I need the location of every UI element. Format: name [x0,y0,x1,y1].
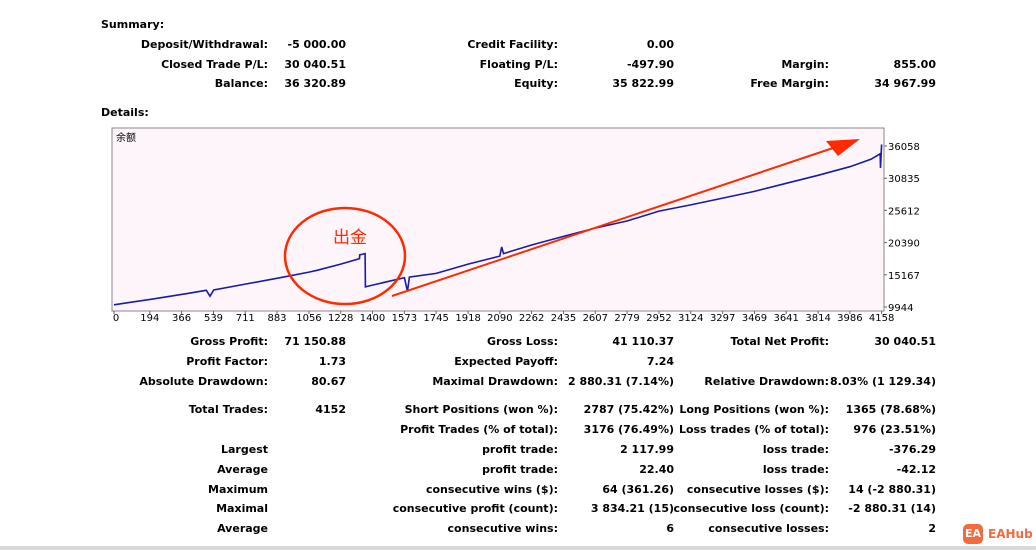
x-tick-label: 1918 [455,313,480,324]
maximal-label: Maximal [216,502,268,515]
loss-trades-value: 976 (23.51%) [853,423,936,436]
maximal-consecutive-loss-label: consecutive loss (count): [673,502,829,515]
max-consecutive-losses-value: 14 (-2 880.31) [848,483,936,496]
largest-profit-value: 2 117.99 [620,443,674,456]
maximal-consecutive-profit-label: consecutive profit (count): [392,502,558,515]
expected-payoff-value: 7.24 [646,355,674,368]
x-tick-label: 0 [113,313,119,324]
y-axis: 36058 30835 25612 20390 15167 9944 [884,142,920,314]
largest-loss-label: loss trade: [762,443,829,456]
x-tick-label: 3986 [837,313,862,324]
max-consecutive-losses-label: consecutive losses ($): [686,483,829,496]
x-tick-label: 366 [172,313,191,324]
x-tick-label: 2090 [487,313,512,324]
absolute-drawdown-value: 80.67 [311,375,346,388]
eahub-logo-icon: EA [963,524,983,544]
x-tick-label: 3297 [710,313,735,324]
eahub-watermark: EA EAHub [963,524,1033,544]
absolute-drawdown-label: Absolute Drawdown: [139,375,268,388]
profit-trades-label: Profit Trades (% of total): [400,423,558,436]
x-tick-label: 1056 [296,313,321,324]
x-tick-label: 194 [140,313,159,324]
x-tick-label: 2952 [646,313,671,324]
average-loss-label: loss trade: [762,463,829,476]
max-consecutive-wins-label: consecutive wins ($): [425,483,558,496]
total-trades-value: 4152 [315,403,346,416]
x-tick-label: 2607 [583,313,608,324]
x-tick-label: 3469 [742,313,767,324]
total-net-profit-value: 30 040.51 [874,335,936,348]
y-tick-label: 15167 [888,271,920,282]
long-positions-value: 1365 (78.68%) [845,403,936,416]
maximal-consecutive-profit-value: 3 834.21 (15) [590,502,674,515]
annotation-label: 出金 [333,228,367,248]
long-positions-label: Long Positions (won %): [679,403,829,416]
x-tick-label: 539 [204,313,223,324]
gross-profit-label: Gross Profit: [190,335,268,348]
x-tick-label: 1400 [360,313,385,324]
loss-trades-label: Loss trades (% of total): [678,423,829,436]
avg-consecutive-wins-value: 6 [666,522,674,535]
gross-loss-value: 41 110.37 [612,335,674,348]
bottom-scrollbar-strip [0,546,1036,550]
avg-consecutive-wins-label: consecutive wins: [447,522,558,535]
average-loss-value: -42.12 [896,463,936,476]
y-tick-label: 25612 [888,206,920,217]
maximum-label: Maximum [208,483,268,496]
chart-corner-label: 余额 [116,131,136,144]
x-tick-label: 1573 [392,313,417,324]
x-tick-label: 3814 [805,313,830,324]
avg-consecutive-losses-value: 2 [928,522,936,535]
maximal-drawdown-value: 2 880.31 (7.14%) [568,375,674,388]
largest-loss-value: -376.29 [888,443,936,456]
average-profit-value: 22.40 [639,463,674,476]
gross-loss-label: Gross Loss: [487,335,558,348]
eahub-watermark-text: EAHub [988,527,1033,541]
relative-drawdown-label: Relative Drawdown: [704,375,829,388]
y-tick-label: 36058 [888,142,920,153]
y-tick-label: 30835 [888,174,920,185]
x-tick-label: 2779 [614,313,639,324]
y-tick-label: 20390 [888,239,920,250]
x-tick-label: 1745 [423,313,448,324]
total-net-profit-label: Total Net Profit: [730,335,830,348]
profit-trades-value: 3176 (76.49%) [583,423,674,436]
average-label: Average [217,463,268,476]
x-tick-label: 4158 [869,313,894,324]
largest-profit-label: profit trade: [482,443,558,456]
gross-profit-value: 71 150.88 [284,335,346,348]
profit-factor-label: Profit Factor: [186,355,268,368]
relative-drawdown-value: 8.03% (1 129.34) [830,375,936,388]
x-axis: 0 194 366 539 711 883 1056 1228 1400 1573 1745 1918… [113,311,894,324]
chart-plot-area [111,127,885,312]
maximal-consecutive-loss-value: -2 880.31 (14) [848,502,936,515]
avg-consecutive-losses-label: consecutive losses: [708,522,829,535]
x-tick-label: 1228 [328,313,353,324]
short-positions-value: 2787 (75.42%) [583,403,674,416]
largest-label: Largest [221,443,268,456]
x-tick-label: 2435 [551,313,576,324]
profit-factor-value: 1.73 [318,355,346,368]
x-tick-label: 3641 [773,313,798,324]
x-tick-label: 3124 [678,313,703,324]
x-tick-label: 883 [267,313,286,324]
maximal-drawdown-label: Maximal Drawdown: [432,375,558,388]
y-tick-label: 9944 [888,303,913,314]
x-tick-label: 711 [236,313,255,324]
short-positions-label: Short Positions (won %): [404,403,558,416]
x-tick-label: 2262 [519,313,544,324]
expected-payoff-label: Expected Payoff: [454,355,558,368]
max-consecutive-wins-value: 64 (361.26) [602,483,674,496]
average-consecutive-label: Average [217,522,268,535]
average-profit-label: profit trade: [482,463,558,476]
total-trades-label: Total Trades: [188,403,268,416]
